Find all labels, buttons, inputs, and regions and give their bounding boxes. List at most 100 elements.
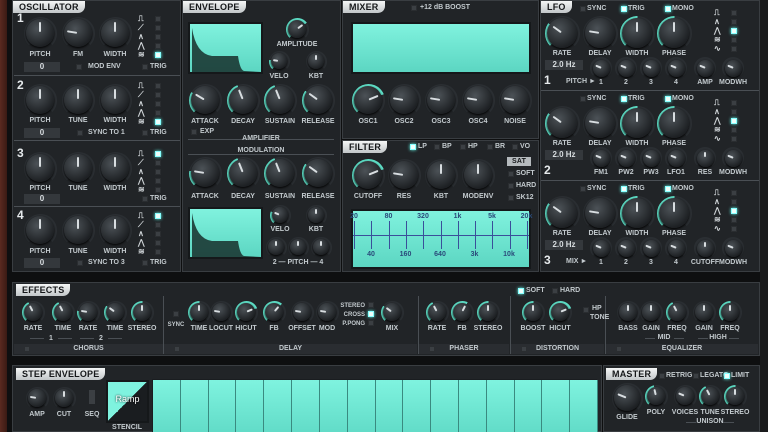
delay-sync-toggle[interactable] (173, 311, 179, 317)
step-bar[interactable] (319, 380, 348, 432)
delay-mod-knob[interactable] (318, 303, 336, 321)
osc1-wave-select[interactable] (155, 43, 161, 49)
equalizer-enable-toggle[interactable] (616, 346, 622, 352)
lfo1-wave-select[interactable] (731, 46, 737, 52)
sat-soft-toggle[interactable] (508, 171, 514, 177)
res-knob[interactable] (390, 161, 418, 189)
lfo3-wave-select[interactable] (731, 199, 737, 205)
delay-locut-knob[interactable] (212, 303, 230, 321)
lfo1-sync-toggle[interactable] (580, 6, 586, 12)
mod-pitch-2-knob[interactable] (268, 239, 284, 255)
filter-type-lp[interactable] (410, 144, 416, 150)
lfo2-trig-toggle[interactable] (621, 96, 627, 102)
osc2-tune-knob[interactable] (64, 86, 92, 114)
delay-offset-knob[interactable] (293, 303, 311, 321)
mod-kbt-knob[interactable] (308, 207, 324, 223)
delay-enable-toggle[interactable] (174, 346, 180, 352)
step-bar[interactable] (180, 380, 209, 432)
amp-decay-knob[interactable] (229, 86, 257, 114)
lfo1-dest-2-knob[interactable] (617, 59, 635, 77)
osc1-wave-select[interactable] (155, 52, 161, 58)
lfo2-dest-modwh-knob[interactable] (724, 149, 742, 167)
lfo1-phase-knob[interactable] (659, 18, 689, 48)
osc3-level-knob[interactable] (427, 86, 455, 114)
filter-type-br[interactable] (487, 144, 493, 150)
osc4-wave-select[interactable] (155, 249, 161, 255)
osc3-trig-toggle[interactable] (142, 196, 148, 202)
osc3-wave-select[interactable] (155, 169, 161, 175)
lfo3-dest-4-knob[interactable] (667, 239, 685, 257)
amp-kbt-knob[interactable] (308, 53, 324, 69)
delay-hicut-knob[interactable] (237, 303, 255, 321)
lfo3-width-knob[interactable] (622, 198, 652, 228)
osc4-wave-select[interactable] (155, 213, 161, 219)
eq-freq-knob[interactable] (668, 303, 686, 321)
chorus-time-knob[interactable] (54, 303, 72, 321)
boost-toggle[interactable] (411, 5, 417, 11)
osc2-option-toggle[interactable] (77, 130, 83, 136)
lfo2-sync-toggle[interactable] (580, 96, 586, 102)
poly-knob[interactable] (647, 387, 665, 405)
step-bar[interactable] (153, 380, 181, 432)
step-bar[interactable] (236, 380, 265, 432)
lfo3-dest-cutoff-knob[interactable] (696, 239, 714, 257)
osc2-pitch-knob[interactable] (26, 86, 54, 114)
lfo2-dest-lfo1-knob[interactable] (667, 149, 685, 167)
lfo2-rate-knob[interactable] (547, 108, 577, 138)
lfo3-trig-toggle[interactable] (621, 186, 627, 192)
kbt-knob[interactable] (427, 161, 455, 189)
lfo1-width-knob[interactable] (622, 18, 652, 48)
osc3-wave-select[interactable] (155, 151, 161, 157)
amp-velo-knob[interactable] (271, 53, 287, 69)
distortion-hard-toggle[interactable] (552, 288, 558, 294)
step-amp-knob[interactable] (28, 389, 46, 407)
osc2-wave-select[interactable] (155, 119, 161, 125)
mod-release-knob[interactable] (304, 159, 332, 187)
step-bar[interactable] (542, 380, 571, 432)
step-bar[interactable] (208, 380, 237, 432)
filter-type-hp[interactable] (460, 144, 466, 150)
lfo1-mono-toggle[interactable] (665, 6, 671, 12)
delay-mode-cross[interactable] (368, 311, 374, 317)
osc2-width-knob[interactable] (101, 86, 129, 114)
chorus-enable-toggle[interactable] (24, 346, 30, 352)
lfo1-dest-4-knob[interactable] (667, 59, 685, 77)
osc4-pitch-knob[interactable] (26, 216, 54, 244)
lfo2-wave-select[interactable] (731, 100, 737, 106)
step-bar[interactable] (514, 380, 543, 432)
phaser-stereo-knob[interactable] (479, 303, 497, 321)
lfo3-dest-2-knob[interactable] (617, 239, 635, 257)
step-bar[interactable] (403, 380, 432, 432)
step-bar[interactable] (486, 380, 515, 432)
distortion-boost-knob[interactable] (524, 303, 542, 321)
lfo2-wave-select[interactable] (731, 118, 737, 124)
osc3-wave-select[interactable] (155, 178, 161, 184)
amplitude-knob[interactable] (288, 20, 306, 38)
osc3-tune-knob[interactable] (64, 154, 92, 182)
lfo2-dest-pw2-knob[interactable] (617, 149, 635, 167)
osc2-wave-select[interactable] (155, 101, 161, 107)
lfo2-mono-toggle[interactable] (665, 96, 671, 102)
distortion-hicut-knob[interactable] (551, 303, 569, 321)
lfo1-dest-amp-knob[interactable] (696, 59, 714, 77)
osc4-option-toggle[interactable] (77, 260, 83, 266)
phaser-enable-toggle[interactable] (429, 346, 435, 352)
delay-time-knob[interactable] (190, 303, 208, 321)
osc4-wave-select[interactable] (155, 231, 161, 237)
osc3-pitch-knob[interactable] (26, 154, 54, 182)
lfo3-rate-value[interactable]: 2.0 Hz (545, 240, 583, 250)
osc4-trig-toggle[interactable] (142, 260, 148, 266)
lfo2-dest-res-knob[interactable] (696, 149, 714, 167)
mod-pitch-4-knob[interactable] (313, 239, 329, 255)
amp-release-knob[interactable] (304, 86, 332, 114)
unison-tune-knob[interactable] (701, 387, 719, 405)
lfo2-dest-fm1-knob[interactable] (592, 149, 610, 167)
osc3-width-knob[interactable] (101, 154, 129, 182)
modenv-knob[interactable] (464, 161, 492, 189)
osc4-wave-select[interactable] (155, 222, 161, 228)
cutoff-knob[interactable] (354, 161, 382, 189)
eq-freq-knob[interactable] (721, 303, 739, 321)
step-bar[interactable] (264, 380, 293, 432)
noise-level-knob[interactable] (501, 86, 529, 114)
sat-hard-toggle[interactable] (508, 183, 514, 189)
